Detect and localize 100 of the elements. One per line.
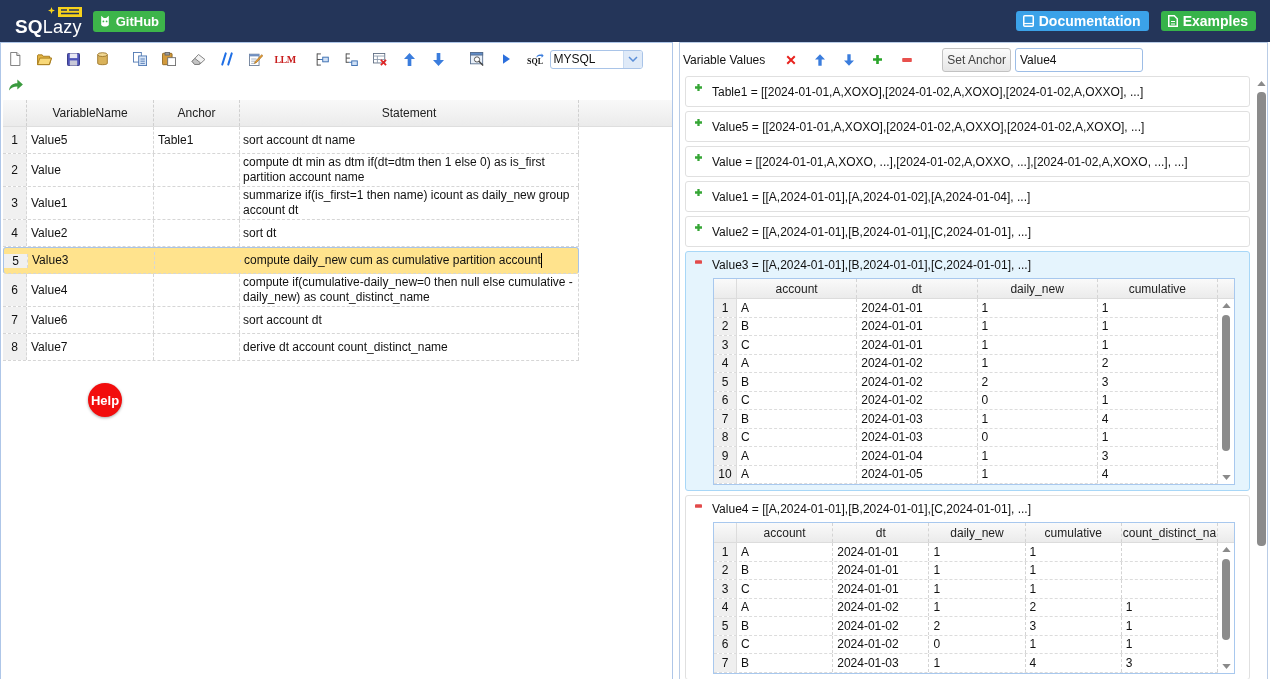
minus-icon[interactable]	[695, 504, 702, 508]
table-cell: 1	[977, 336, 1098, 354]
table-cell: 1	[1121, 635, 1218, 653]
table-cell: 4	[1097, 465, 1218, 483]
variable-card[interactable]: Table1 = [[2024-01-01,A,XOXO],[2024-01-02,A,XOXO],[2024-01-02,A,OXXO], ...]	[685, 76, 1250, 107]
row-number: 1	[714, 299, 737, 317]
sql-button[interactable]: SQL	[520, 47, 550, 71]
anchor-input[interactable]: Value4	[1015, 47, 1143, 72]
table-cell: 2024-01-01	[833, 543, 930, 561]
scroll-thumb[interactable]	[1222, 315, 1230, 451]
table-cell: Value7	[27, 334, 154, 360]
table-cell: 1	[929, 543, 1026, 561]
column-header: dt	[833, 523, 930, 542]
table-row[interactable]: 5 Value3 compute daily_new cum as cumulative partition account	[3, 247, 579, 274]
row-number: 8	[714, 428, 737, 446]
table-cell: Value	[27, 154, 154, 186]
variable-summary: Value2 = [[A,2024-01-01],[B,2024-01-01],[C,2024-01-01], ...]	[712, 224, 1031, 239]
row-number: 6	[3, 274, 27, 306]
variable-card[interactable]: Value2 = [[A,2024-01-01],[B,2024-01-01],[C,2024-01-01], ...]	[685, 216, 1250, 247]
table-cell: 1	[1097, 317, 1218, 335]
help-button[interactable]: Help	[88, 383, 122, 417]
variable-summary: Value4 = [[A,2024-01-01],[B,2024-01-01],[C,2024-01-01], ...]	[712, 502, 1031, 516]
table-row[interactable]: 3 Value1 summarize if(is_first=1 then name) icount as daily_new group account dt	[3, 187, 579, 220]
document-icon	[1167, 15, 1178, 27]
row-number: 3	[714, 580, 737, 598]
row-number: 5	[4, 253, 28, 268]
tree-row-end-icon	[344, 52, 358, 66]
plus-icon[interactable]	[695, 119, 702, 126]
table-cell: 2	[929, 617, 1026, 635]
scroll-thumb[interactable]	[1256, 92, 1266, 546]
table-cell: 2024-01-01	[857, 299, 978, 317]
table-cell: Table1	[154, 127, 240, 153]
table-cell: 1	[1097, 428, 1218, 446]
table-cell: 1	[1121, 598, 1218, 616]
cat-head-icon	[98, 15, 111, 27]
table-row[interactable]: 7 Value6 sort account dt	[3, 307, 579, 334]
row-number: 7	[714, 654, 737, 672]
table-cell: 2	[1025, 598, 1122, 616]
down-triangle-icon[interactable]	[1221, 663, 1231, 669]
statement-input[interactable]: compute daily_new cum as cumulative partition account	[241, 252, 578, 269]
plus-icon[interactable]	[695, 224, 702, 231]
table-cell: C	[737, 428, 858, 446]
table-row[interactable]: 6 Value4 compute if(cumulative-daily_new=0 then null else cumulative - daily_new) as count_distinct_name	[3, 274, 579, 307]
column-header: dt	[857, 279, 978, 298]
play-icon	[502, 54, 510, 64]
table-cell: C	[737, 336, 858, 354]
table-cell: 2024-01-02	[857, 391, 978, 409]
variable-card[interactable]: Value = [[2024-01-01,A,XOXO, ...],[2024-01-02,A,OXXO, ...],[2024-01-02,A,XOXO, ...], ...]	[685, 146, 1250, 177]
table-cell: 1	[1025, 580, 1122, 598]
plus-icon[interactable]	[695, 154, 702, 161]
variable-card[interactable]: Value1 = [[A,2024-01-01],[A,2024-01-02],[A,2024-01-04], ...]	[685, 181, 1250, 212]
table-cell: sort account dt	[240, 307, 579, 333]
set-anchor-button[interactable]: Set Anchor	[942, 47, 1011, 72]
table-cell: 2024-01-02	[857, 354, 978, 372]
row-number: 1	[3, 127, 27, 153]
dialect-select[interactable]: MYSQL	[549, 49, 643, 69]
variable-card[interactable]	[685, 495, 1250, 679]
minus-icon	[901, 57, 912, 62]
down-arrow-icon	[843, 53, 854, 66]
table-cell: 3	[1097, 373, 1218, 391]
row-number: 2	[714, 317, 737, 335]
row-number: 5	[714, 373, 737, 391]
up-triangle-icon[interactable]	[1221, 303, 1231, 308]
table-cell: 2	[977, 373, 1098, 391]
row-number: 10	[714, 465, 737, 483]
slashes-icon	[221, 52, 233, 66]
table-cell: 2024-01-02	[833, 598, 930, 616]
minus-icon[interactable]	[695, 260, 702, 264]
table-cell: 2024-01-01	[833, 580, 930, 598]
table-cell: 1	[929, 598, 1026, 616]
table-cell: 2024-01-02	[857, 373, 978, 391]
table-cell: A	[737, 447, 858, 465]
variable-card[interactable]: Value5 = [[2024-01-01,A,XOXO],[2024-01-02,A,OXXO],[2024-01-02,A,XOXO], ...]	[685, 111, 1250, 142]
table-cell: 1	[929, 654, 1026, 672]
table-cell: Value6	[27, 307, 154, 333]
table-row[interactable]: 1 Value5 Table1 sort account dt name	[3, 127, 579, 154]
down-triangle-icon[interactable]	[1221, 475, 1231, 480]
table-cell: 1	[929, 561, 1026, 579]
column-header: account	[737, 279, 858, 298]
table-cell: 2024-01-01	[857, 317, 978, 335]
plus-icon[interactable]	[695, 189, 702, 196]
plus-icon[interactable]	[695, 84, 702, 91]
blank-page-icon	[10, 52, 21, 66]
sparkle-tag-icon	[47, 5, 82, 17]
clipboard-icon	[162, 52, 176, 66]
table-cell: summarize if(is_first=1 then name) icount as daily_new group account dt	[240, 187, 579, 219]
copy-icon	[133, 52, 147, 66]
row-number: 7	[3, 307, 27, 333]
llm-button[interactable]: LLM	[270, 47, 300, 71]
cylinder-icon	[97, 52, 108, 66]
table-cell: B	[737, 654, 834, 672]
scroll-thumb[interactable]	[1222, 559, 1230, 640]
table-cell: 3	[1097, 447, 1218, 465]
up-triangle-icon[interactable]	[1256, 81, 1266, 86]
table-row[interactable]: 8 Value7 derive dt account count_distinct_name	[3, 334, 579, 361]
up-arrow-icon	[814, 53, 825, 66]
variable-card[interactable]	[685, 251, 1250, 491]
variable-summary: Table1 = [[2024-01-01,A,XOXO],[2024-01-02,A,XOXO],[2024-01-02,A,OXXO], ...]	[712, 84, 1144, 99]
up-triangle-icon[interactable]	[1221, 547, 1231, 552]
table-cell: 1	[1097, 299, 1218, 317]
